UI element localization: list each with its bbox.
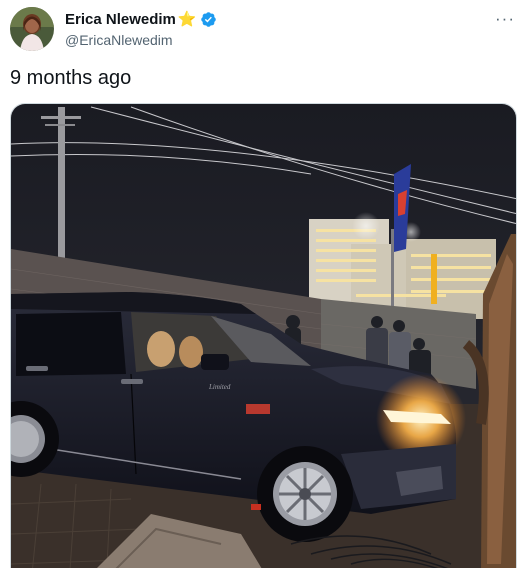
author-handle[interactable]: @EricaNlewedim	[65, 32, 173, 48]
author-name-row[interactable]: Erica Nlewedim ⭐	[65, 11, 217, 28]
tweet-text: 9 months ago	[10, 67, 132, 89]
verified-badge-icon	[200, 12, 216, 27]
tweet-card: Erica Nlewedim ⭐ @EricaNlewedim ··· 9 mo…	[0, 0, 527, 568]
car-crash-photo: Limited	[11, 104, 516, 568]
author-display-name[interactable]: Erica Nlewedim	[65, 11, 176, 28]
avatar[interactable]	[10, 7, 54, 51]
tweet-photo[interactable]: Limited	[10, 103, 517, 568]
star-badge-icon: ⭐	[177, 11, 197, 28]
more-options-icon[interactable]: ···	[495, 9, 515, 29]
avatar-image	[10, 7, 54, 51]
car-badge-text: Limited	[208, 383, 231, 391]
